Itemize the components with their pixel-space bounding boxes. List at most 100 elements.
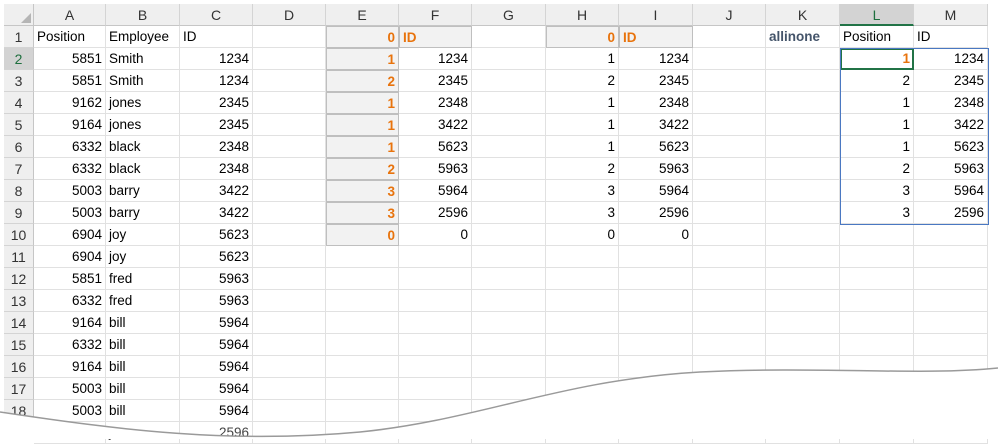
cell-c6[interactable]: 2348 bbox=[180, 136, 253, 158]
cell-k7[interactable] bbox=[766, 158, 840, 180]
cell-b2[interactable]: Smith bbox=[106, 48, 180, 70]
cell-c3[interactable]: 1234 bbox=[180, 70, 253, 92]
cell-c15[interactable]: 5964 bbox=[180, 334, 253, 356]
cell-l10[interactable] bbox=[840, 224, 914, 246]
cell-k19[interactable] bbox=[766, 422, 840, 444]
row-header-12[interactable]: 12 bbox=[4, 268, 34, 290]
cell-l7[interactable]: 2 bbox=[840, 158, 914, 180]
cell-j7[interactable] bbox=[693, 158, 766, 180]
cell-e4[interactable]: 1 bbox=[326, 92, 399, 114]
cell-j3[interactable] bbox=[693, 70, 766, 92]
cell-g18[interactable] bbox=[472, 400, 546, 422]
cell-g11[interactable] bbox=[472, 246, 546, 268]
column-header-d[interactable]: D bbox=[253, 4, 326, 26]
cell-m10[interactable] bbox=[914, 224, 988, 246]
cell-i1[interactable]: ID bbox=[619, 26, 693, 48]
cell-e14[interactable] bbox=[326, 312, 399, 334]
cell-m6[interactable]: 5623 bbox=[914, 136, 988, 158]
cell-h5[interactable]: 1 bbox=[546, 114, 619, 136]
cell-f5[interactable]: 3422 bbox=[399, 114, 472, 136]
column-header-e[interactable]: E bbox=[326, 4, 399, 26]
cell-m5[interactable]: 3422 bbox=[914, 114, 988, 136]
column-header-l[interactable]: L bbox=[840, 4, 914, 26]
column-header-f[interactable]: F bbox=[399, 4, 472, 26]
cell-l3[interactable]: 2 bbox=[840, 70, 914, 92]
cell-a6[interactable]: 6332 bbox=[34, 136, 106, 158]
cell-e13[interactable] bbox=[326, 290, 399, 312]
cell-c7[interactable]: 2348 bbox=[180, 158, 253, 180]
cell-c2[interactable]: 1234 bbox=[180, 48, 253, 70]
cell-l4[interactable]: 1 bbox=[840, 92, 914, 114]
cell-f19[interactable] bbox=[399, 422, 472, 444]
cell-c8[interactable]: 3422 bbox=[180, 180, 253, 202]
cell-d4[interactable] bbox=[253, 92, 326, 114]
cell-a11[interactable]: 6904 bbox=[34, 246, 106, 268]
cell-e10[interactable]: 0 bbox=[326, 224, 399, 246]
cell-d17[interactable] bbox=[253, 378, 326, 400]
cell-m8[interactable]: 5964 bbox=[914, 180, 988, 202]
cell-h17[interactable] bbox=[546, 378, 619, 400]
cell-a3[interactable]: 5851 bbox=[34, 70, 106, 92]
cell-m15[interactable] bbox=[914, 334, 988, 356]
cell-f1[interactable]: ID bbox=[399, 26, 472, 48]
cell-h9[interactable]: 3 bbox=[546, 202, 619, 224]
cell-c5[interactable]: 2345 bbox=[180, 114, 253, 136]
cell-g3[interactable] bbox=[472, 70, 546, 92]
cell-g5[interactable] bbox=[472, 114, 546, 136]
cell-j11[interactable] bbox=[693, 246, 766, 268]
cell-b16[interactable]: bill bbox=[106, 356, 180, 378]
cell-d12[interactable] bbox=[253, 268, 326, 290]
cell-j14[interactable] bbox=[693, 312, 766, 334]
cell-k13[interactable] bbox=[766, 290, 840, 312]
cell-f4[interactable]: 2348 bbox=[399, 92, 472, 114]
cell-i9[interactable]: 2596 bbox=[619, 202, 693, 224]
row-header-17[interactable]: 17 bbox=[4, 378, 34, 400]
row-header-1[interactable]: 1 bbox=[4, 26, 34, 48]
cell-k5[interactable] bbox=[766, 114, 840, 136]
cell-m4[interactable]: 2348 bbox=[914, 92, 988, 114]
cell-l14[interactable] bbox=[840, 312, 914, 334]
cell-i4[interactable]: 2348 bbox=[619, 92, 693, 114]
cell-f13[interactable] bbox=[399, 290, 472, 312]
cell-f12[interactable] bbox=[399, 268, 472, 290]
row-header-2[interactable]: 2 bbox=[4, 48, 34, 70]
cell-h4[interactable]: 1 bbox=[546, 92, 619, 114]
cell-k15[interactable] bbox=[766, 334, 840, 356]
cell-h12[interactable] bbox=[546, 268, 619, 290]
cell-e5[interactable]: 1 bbox=[326, 114, 399, 136]
cell-b3[interactable]: Smith bbox=[106, 70, 180, 92]
cell-l1[interactable]: Position bbox=[840, 26, 914, 48]
cell-b10[interactable]: joy bbox=[106, 224, 180, 246]
cell-e8[interactable]: 3 bbox=[326, 180, 399, 202]
cell-j4[interactable] bbox=[693, 92, 766, 114]
cell-d2[interactable] bbox=[253, 48, 326, 70]
cell-d6[interactable] bbox=[253, 136, 326, 158]
row-header-13[interactable]: 13 bbox=[4, 290, 34, 312]
cell-a5[interactable]: 9164 bbox=[34, 114, 106, 136]
column-header-m[interactable]: M bbox=[914, 4, 988, 26]
cell-m1[interactable]: ID bbox=[914, 26, 988, 48]
cell-b11[interactable]: joy bbox=[106, 246, 180, 268]
row-header-3[interactable]: 3 bbox=[4, 70, 34, 92]
active-cell-l2[interactable]: 1 bbox=[840, 48, 914, 70]
cell-h19[interactable] bbox=[546, 422, 619, 444]
column-header-h[interactable]: H bbox=[546, 4, 619, 26]
cell-k3[interactable] bbox=[766, 70, 840, 92]
cell-m17[interactable] bbox=[914, 378, 988, 400]
cell-i16[interactable] bbox=[619, 356, 693, 378]
cell-c19[interactable]: 2596 bbox=[180, 422, 253, 444]
cell-m9[interactable]: 2596 bbox=[914, 202, 988, 224]
cell-m7[interactable]: 5963 bbox=[914, 158, 988, 180]
cell-j15[interactable] bbox=[693, 334, 766, 356]
cell-j13[interactable] bbox=[693, 290, 766, 312]
cell-m13[interactable] bbox=[914, 290, 988, 312]
cell-k10[interactable] bbox=[766, 224, 840, 246]
cell-i11[interactable] bbox=[619, 246, 693, 268]
cell-g16[interactable] bbox=[472, 356, 546, 378]
cell-c18[interactable]: 5964 bbox=[180, 400, 253, 422]
cell-e15[interactable] bbox=[326, 334, 399, 356]
cell-m14[interactable] bbox=[914, 312, 988, 334]
cell-a15[interactable]: 6332 bbox=[34, 334, 106, 356]
cell-b6[interactable]: black bbox=[106, 136, 180, 158]
cell-d11[interactable] bbox=[253, 246, 326, 268]
